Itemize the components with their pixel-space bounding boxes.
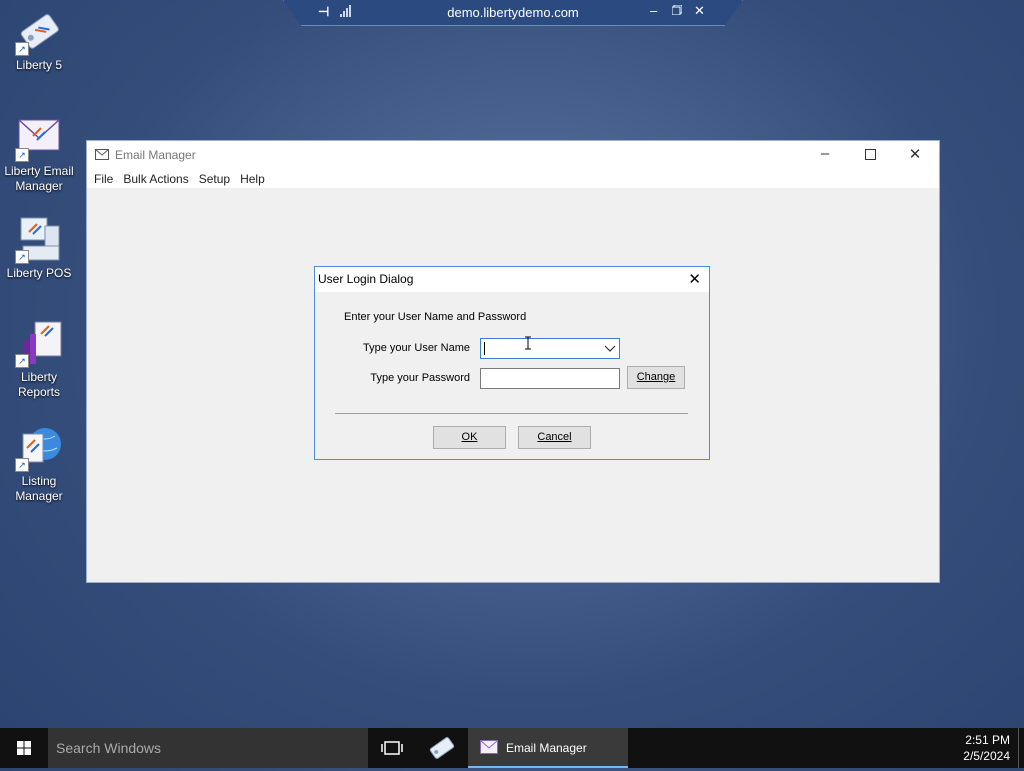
minimize-icon[interactable]: – xyxy=(650,3,657,18)
envelope-icon xyxy=(95,149,109,163)
login-prompt: Enter your User Name and Password xyxy=(344,311,527,323)
windows-start-button[interactable] xyxy=(0,728,48,768)
text-cursor-icon xyxy=(524,336,532,353)
menu-help[interactable]: Help xyxy=(235,169,270,188)
menu-bulk-actions[interactable]: Bulk Actions xyxy=(118,169,193,188)
menu-bar: File Bulk Actions Setup Help xyxy=(87,169,939,188)
shortcut-arrow-icon: ↗ xyxy=(15,148,29,162)
window-title: Email Manager xyxy=(115,148,196,162)
task-view-icon xyxy=(381,741,403,755)
menu-file[interactable]: File xyxy=(89,169,118,188)
user-login-dialog: User Login Dialog ✕ Enter your User Name… xyxy=(314,266,710,460)
cancel-button[interactable]: Cancel xyxy=(518,426,591,449)
liberty-tag-icon xyxy=(429,737,455,759)
password-label: Type your Password xyxy=(370,372,470,384)
desktop-icon-liberty5[interactable]: ↗ Liberty 5 xyxy=(0,8,78,73)
dialog-separator xyxy=(335,413,688,414)
close-button[interactable]: ✕ xyxy=(901,145,929,165)
envelope-icon: ↗ xyxy=(15,114,63,162)
username-label: Type your User Name xyxy=(363,342,470,354)
taskbar-clock[interactable]: 2:51 PM 2/5/2024 xyxy=(963,732,1010,764)
reports-icon: ↗ xyxy=(15,320,63,368)
close-icon[interactable]: ✕ xyxy=(694,3,705,19)
desktop-icon-liberty-email-manager[interactable]: ↗ Liberty Email Manager xyxy=(0,114,78,194)
task-view-button[interactable] xyxy=(368,728,416,768)
remote-connection-bar: ⊣ demo.libertydemo.com – ✕ xyxy=(283,0,743,26)
password-field[interactable] xyxy=(480,368,620,389)
shortcut-arrow-icon: ↗ xyxy=(15,354,29,368)
window-titlebar[interactable]: Email Manager – ✕ xyxy=(87,141,939,169)
desktop-icon-liberty-pos[interactable]: ↗ Liberty POS xyxy=(0,216,78,281)
taskbar-search-box[interactable]: Search Windows xyxy=(48,728,368,768)
desktop-icon-listing-manager[interactable]: ↗ Listing Manager xyxy=(0,424,78,504)
desktop-icon-liberty-reports[interactable]: ↗ Liberty Reports xyxy=(0,320,78,400)
desktop-icon-label: Liberty Email Manager xyxy=(4,164,74,193)
username-combobox[interactable] xyxy=(480,338,620,359)
text-caret xyxy=(484,342,485,355)
globe-listing-icon: ↗ xyxy=(15,424,63,472)
shortcut-arrow-icon: ↗ xyxy=(15,250,29,264)
maximize-button[interactable] xyxy=(856,145,884,165)
minimize-button[interactable]: – xyxy=(811,145,839,165)
dialog-titlebar[interactable]: User Login Dialog ✕ xyxy=(315,267,709,292)
taskbar-email-manager[interactable]: Email Manager xyxy=(468,728,628,768)
taskbar-app-label: Email Manager xyxy=(506,741,587,755)
show-desktop-button[interactable] xyxy=(1018,728,1024,768)
desktop-icon-label: Listing Manager xyxy=(15,474,63,503)
ok-button[interactable]: OK xyxy=(433,426,506,449)
clock-time: 2:51 PM xyxy=(965,733,1010,747)
menu-setup[interactable]: Setup xyxy=(194,169,235,188)
dialog-title: User Login Dialog xyxy=(318,272,414,286)
shortcut-arrow-icon: ↗ xyxy=(15,458,29,472)
envelope-icon xyxy=(480,740,498,757)
pos-terminal-icon: ↗ xyxy=(15,216,63,264)
shortcut-arrow-icon: ↗ xyxy=(15,42,29,56)
change-button[interactable]: Change xyxy=(627,366,685,389)
clock-date: 2/5/2024 xyxy=(963,749,1010,763)
desktop-icon-label: Liberty POS xyxy=(6,266,72,280)
chevron-down-icon[interactable] xyxy=(604,342,616,356)
liberty-tag-icon: ↗ xyxy=(15,8,63,56)
desktop-icon-label: Liberty Reports xyxy=(17,370,61,399)
dialog-close-button[interactable]: ✕ xyxy=(688,270,701,288)
windows-logo-icon xyxy=(17,741,31,755)
desktop-icon-label: Liberty 5 xyxy=(15,58,63,72)
taskbar: Search Windows Email Manager 2:51 PM 2/5… xyxy=(0,728,1024,768)
taskbar-liberty-pin[interactable] xyxy=(418,728,466,768)
restore-icon[interactable] xyxy=(671,3,683,18)
